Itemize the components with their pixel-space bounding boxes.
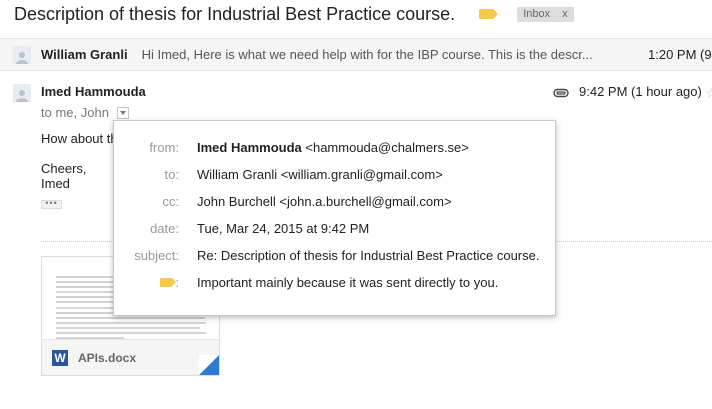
closing-text: Cheers, [41, 161, 87, 176]
expanded-sender-name[interactable]: Imed Hammouda [41, 84, 146, 99]
detail-importance-colon: : [175, 275, 179, 290]
detail-date-value: Tue, Mar 24, 2015 at 9:42 PM [197, 221, 370, 236]
importance-label-icon[interactable] [479, 9, 499, 19]
show-details-dropdown-icon[interactable] [116, 106, 129, 119]
detail-cc-value: John Burchell <john.a.burchell@gmail.com… [197, 194, 452, 209]
recipients-text: to me, John [41, 105, 109, 120]
show-trimmed-content-button[interactable]: ••• [41, 199, 62, 209]
message-details-popup: from: Imed Hammouda <hammouda@chalmers.s… [113, 120, 556, 316]
subject-bar: Description of thesis for Industrial Bes… [14, 3, 574, 25]
collapsed-message-row[interactable]: William Granli Hi Imed, Here is what we … [0, 38, 712, 71]
detail-importance-row: : Important mainly because it was sent d… [114, 275, 555, 291]
remove-label-button[interactable]: x [562, 7, 568, 22]
detail-to-label: to: [164, 167, 179, 182]
message-body-start: How about th [41, 131, 118, 146]
detail-from-label: from: [149, 140, 179, 155]
recipients-line: to me, John [41, 105, 129, 120]
detail-subject-value: Re: Description of thesis for Industrial… [197, 248, 540, 263]
email-subject: Description of thesis for Industrial Bes… [14, 3, 456, 24]
collapsed-time: 1:20 PM (9 [648, 47, 712, 62]
detail-to-row: to: William Granli <william.granli@gmail… [114, 167, 555, 183]
detail-date-row: date: Tue, Mar 24, 2015 at 9:42 PM [114, 221, 555, 237]
detail-cc-row: cc: John Burchell <john.a.burchell@gmail… [114, 194, 555, 210]
detail-subject-label: subject: [134, 248, 179, 263]
sender-avatar-icon [13, 45, 31, 64]
detail-from-name: Imed Hammouda [197, 140, 302, 155]
inbox-label-text: Inbox [523, 7, 551, 20]
inbox-label-chip[interactable]: Inbox x [517, 6, 574, 22]
star-icon[interactable]: ☆ [705, 85, 712, 102]
signature-text: Imed [41, 176, 70, 191]
collapsed-sender-name: William Granli [41, 47, 128, 62]
page-fold-icon [199, 355, 219, 375]
attachment-footer: W APIs.docx [42, 339, 219, 375]
detail-date-label: date: [150, 221, 179, 236]
detail-from-value: Imed Hammouda <hammouda@chalmers.se> [197, 140, 469, 155]
word-document-icon: W [52, 349, 68, 366]
message-time: 9:42 PM (1 hour ago) [579, 84, 702, 99]
detail-importance-value: Important mainly because it was sent dir… [197, 275, 499, 290]
detail-subject-row: subject: Re: Description of thesis for I… [114, 248, 555, 264]
sender-avatar-icon [13, 84, 31, 102]
detail-from-email: <hammouda@chalmers.se> [305, 140, 469, 155]
attachment-filename: APIs.docx [78, 350, 137, 365]
collapsed-snippet: Hi Imed, Here is what we need help with … [141, 47, 593, 62]
detail-from-row: from: Imed Hammouda <hammouda@chalmers.s… [114, 140, 555, 156]
importance-marker-icon [160, 278, 176, 287]
message-signature-block: Cheers, Imed [41, 161, 87, 191]
detail-cc-label: cc: [162, 194, 179, 209]
detail-to-value: William Granli <william.granli@gmail.com… [197, 167, 443, 182]
paperclip-icon [553, 86, 569, 101]
